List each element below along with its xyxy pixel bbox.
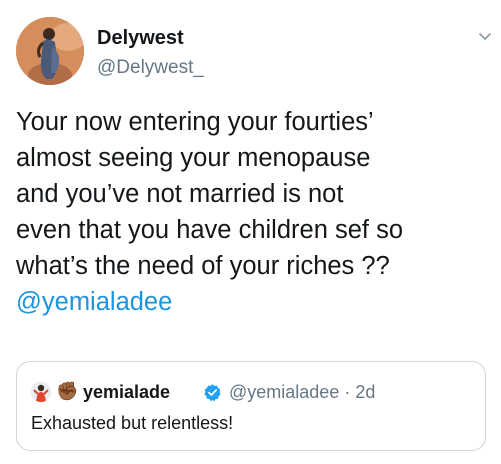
- raised-fist-emoji: ✊🏾: [56, 381, 79, 401]
- author-avatar[interactable]: [16, 17, 84, 85]
- tweet-text-line: and you’ve not married is not: [16, 180, 344, 208]
- author-handle[interactable]: @Delywest_: [97, 57, 204, 79]
- quoted-handle-and-time[interactable]: @yemialadee · 2d: [229, 382, 375, 403]
- quoted-avatar-photo: [31, 382, 51, 402]
- tweet-text-line: what’s the need of your riches ??: [16, 252, 390, 280]
- tweet-card: Delywest @Delywest_ Your now entering yo…: [0, 0, 501, 464]
- quoted-tweet[interactable]: ✊🏾 yemialade @yemialadee · 2d Exhausted …: [16, 361, 486, 451]
- mention-link[interactable]: @yemialadee: [16, 284, 491, 320]
- tweet-text-line: Your now entering your fourties’: [16, 108, 374, 136]
- avatar-photo: [16, 17, 84, 85]
- chevron-down-icon[interactable]: [477, 28, 493, 44]
- quoted-tweet-text: Exhausted but relentless!: [31, 413, 234, 433]
- tweet-text-line: almost seeing your menopause: [16, 144, 371, 172]
- author-display-name[interactable]: Delywest: [97, 27, 184, 50]
- verified-badge-icon: [204, 384, 221, 402]
- tweet-text: Your now entering your fourties’ almost …: [16, 104, 491, 320]
- quoted-author-display-name[interactable]: yemialade: [83, 382, 170, 403]
- quoted-author-avatar[interactable]: [31, 382, 51, 402]
- tweet-text-line: even that you have children sef so: [16, 216, 403, 244]
